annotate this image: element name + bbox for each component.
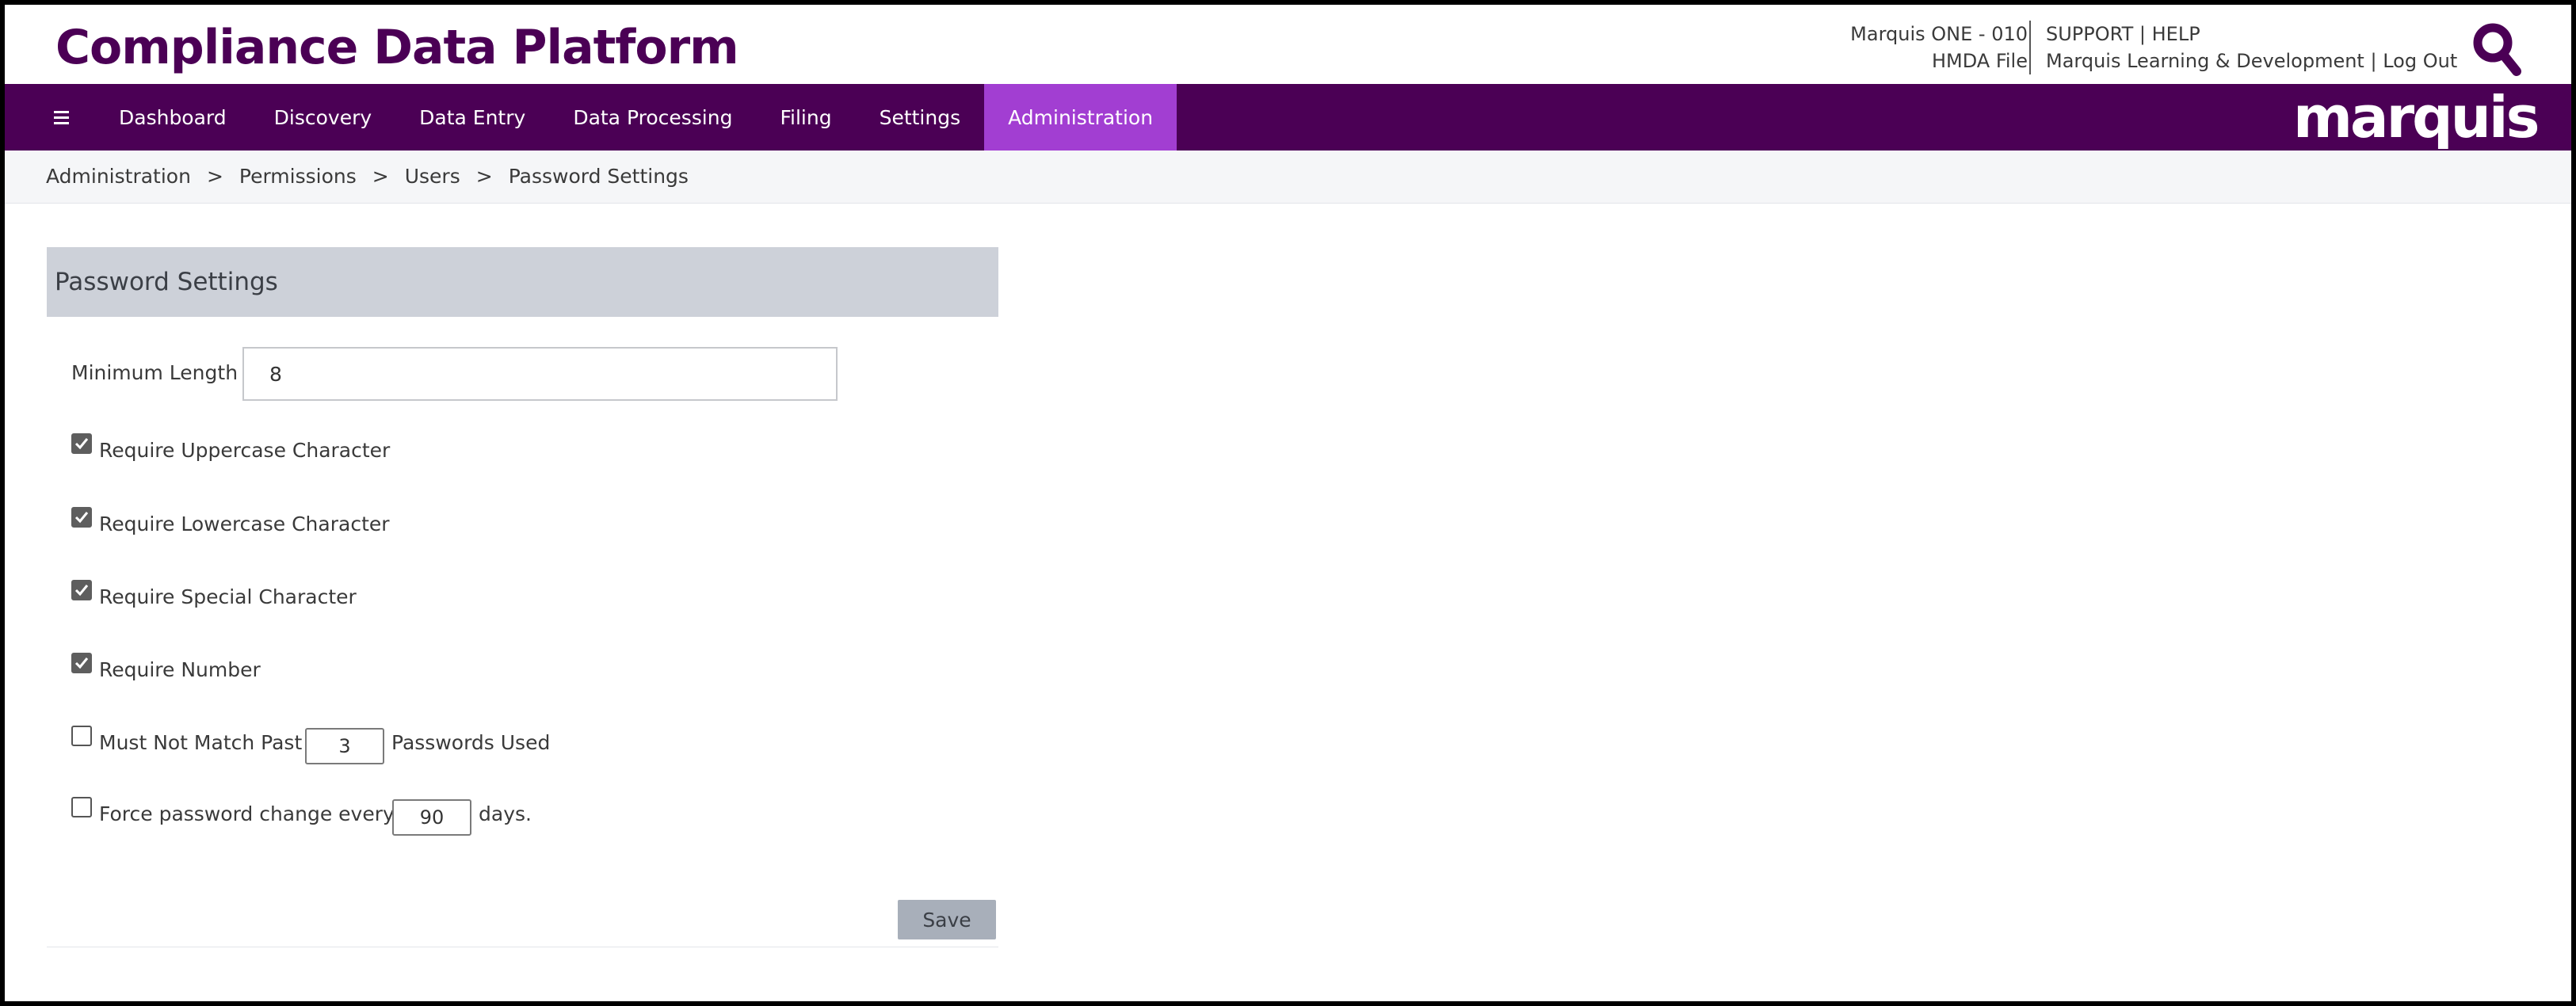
breadcrumb: Administration > Permissions > Users > Passwor…: [46, 163, 689, 190]
main-nav: Dashboard Discovery Data Entry Data Proc…: [5, 84, 2571, 151]
force-password-change-label-after: days.: [479, 802, 532, 825]
panel-header: Password Settings: [47, 247, 998, 317]
password-history-checkbox[interactable]: [71, 726, 92, 746]
password-history-label-before: Must Not Match Past: [99, 731, 303, 754]
account-info: Marquis ONE - 010 HMDA File: [1850, 21, 2028, 74]
learning-development-link[interactable]: Marquis Learning & Development: [2046, 50, 2364, 72]
header-links-row-2: Marquis Learning & Development | Log Out: [2046, 48, 2457, 74]
header-links-row-1: SUPPORT | HELP: [2046, 21, 2457, 48]
nav-item-discovery[interactable]: Discovery: [250, 84, 396, 151]
hamburger-icon: [54, 111, 69, 124]
breadcrumb-permissions[interactable]: Permissions: [239, 165, 357, 188]
breadcrumb-separator: >: [206, 165, 223, 188]
nav-item-settings[interactable]: Settings: [856, 84, 985, 151]
app-title: Compliance Data Platform: [55, 20, 739, 75]
breadcrumb-password-settings: Password Settings: [508, 165, 689, 188]
account-name: Marquis ONE - 010: [1850, 23, 2028, 45]
log-out-link[interactable]: Log Out: [2383, 50, 2457, 72]
require-lowercase-checkbox[interactable]: [71, 507, 92, 528]
breadcrumb-administration[interactable]: Administration: [46, 165, 191, 188]
panel-title: Password Settings: [55, 268, 278, 296]
breadcrumb-users[interactable]: Users: [405, 165, 460, 188]
require-lowercase-label: Require Lowercase Character: [99, 513, 390, 535]
marquis-logo: marquis: [2293, 84, 2540, 151]
force-password-change-checkbox[interactable]: [71, 797, 92, 817]
nav-item-filing[interactable]: Filing: [756, 84, 855, 151]
help-link[interactable]: HELP: [2152, 23, 2200, 45]
password-settings-panel: Password Settings Minimum Length Require…: [47, 247, 998, 947]
search-button[interactable]: [2469, 19, 2526, 79]
breadcrumb-separator: >: [475, 165, 493, 188]
save-button[interactable]: Save: [898, 900, 996, 939]
header: Compliance Data Platform Marquis ONE - 0…: [5, 5, 2571, 84]
password-history-label-after: Passwords Used: [391, 731, 551, 754]
require-special-label: Require Special Character: [99, 585, 357, 608]
nav-item-data-processing[interactable]: Data Processing: [549, 84, 756, 151]
minimum-length-label: Minimum Length: [71, 361, 239, 384]
search-icon: [2473, 23, 2521, 76]
breadcrumb-separator: >: [372, 165, 389, 188]
checkmark-icon: [74, 657, 89, 669]
checkmark-icon: [74, 512, 89, 524]
nav-items: Dashboard Discovery Data Entry Data Proc…: [95, 84, 1177, 151]
require-special-checkbox[interactable]: [71, 580, 92, 600]
minimum-length-input[interactable]: [242, 347, 838, 401]
require-number-label: Require Number: [99, 658, 261, 681]
require-uppercase-checkbox[interactable]: [71, 433, 92, 454]
require-number-checkbox[interactable]: [71, 653, 92, 673]
breadcrumb-bar: Administration > Permissions > Users > Passwor…: [5, 151, 2571, 204]
header-divider: [2029, 21, 2031, 74]
link-separator: |: [2139, 23, 2146, 45]
checkmark-icon: [74, 585, 89, 596]
hamburger-menu-button[interactable]: [44, 101, 76, 133]
link-separator: |: [2370, 50, 2377, 72]
support-link[interactable]: SUPPORT: [2046, 23, 2133, 45]
password-history-count-input[interactable]: [305, 728, 384, 764]
nav-item-administration[interactable]: Administration: [984, 84, 1177, 151]
header-links: SUPPORT | HELP Marquis Learning & Develo…: [2046, 21, 2457, 74]
force-password-change-label-before: Force password change every: [99, 802, 395, 825]
nav-item-dashboard[interactable]: Dashboard: [95, 84, 250, 151]
app-window: Compliance Data Platform Marquis ONE - 0…: [5, 5, 2571, 1001]
nav-item-data-entry[interactable]: Data Entry: [395, 84, 549, 151]
checkmark-icon: [74, 438, 89, 450]
account-file: HMDA File: [1931, 50, 2028, 72]
force-password-change-days-input[interactable]: [392, 799, 471, 836]
require-uppercase-label: Require Uppercase Character: [99, 439, 391, 462]
